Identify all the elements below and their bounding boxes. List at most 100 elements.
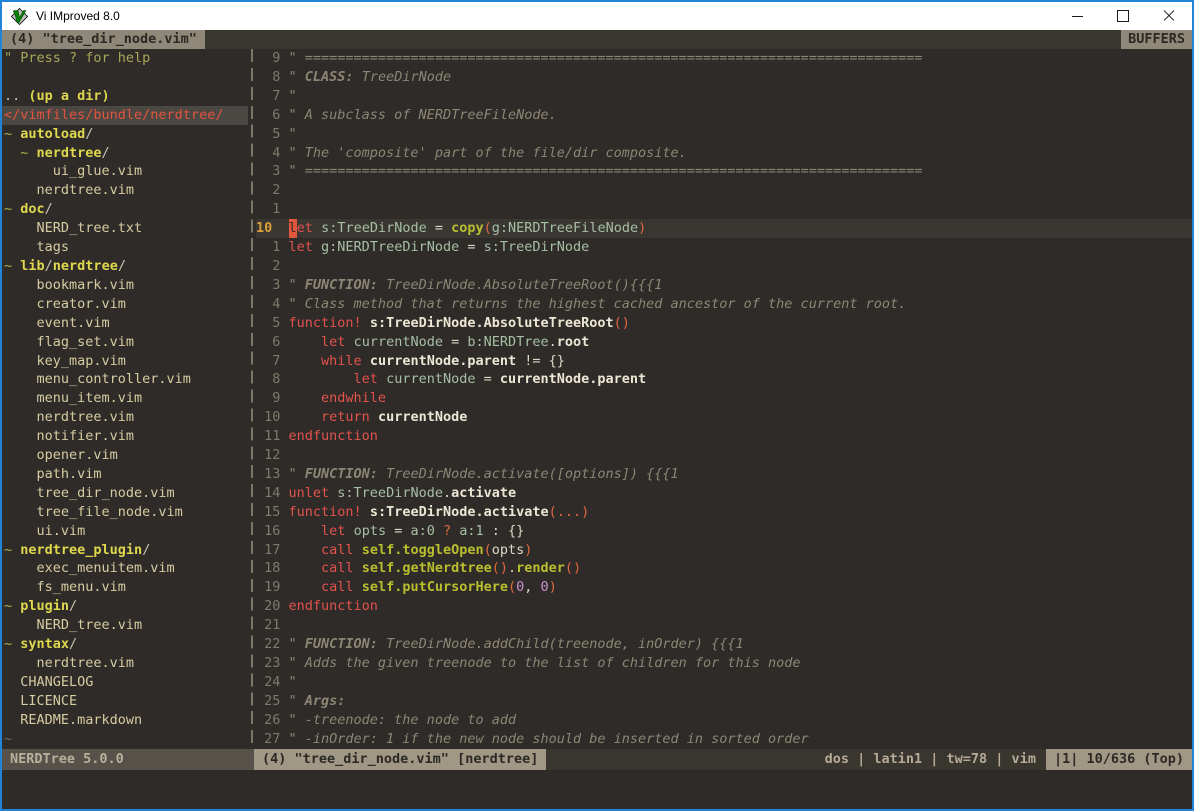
code-line[interactable]: 18 call self.getNerdtree().render() — [256, 559, 1192, 578]
tree-item[interactable]: .. (up a dir) — [4, 87, 248, 106]
code-line[interactable]: 6 let currentNode = b:NERDTree.root — [256, 333, 1192, 352]
code-line[interactable]: 22 " FUNCTION: TreeDirNode.addChild(tree… — [256, 635, 1192, 654]
tree-item[interactable]: ~ nerdtree/ — [4, 144, 248, 163]
code-line[interactable]: 19 call self.putCursorHere(0, 0) — [256, 578, 1192, 597]
code-line[interactable]: 4 " Class method that returns the highes… — [256, 295, 1192, 314]
tree-item[interactable]: ~ lib/nerdtree/ — [4, 257, 248, 276]
code-line[interactable]: 23 " Adds the given treenode to the list… — [256, 654, 1192, 673]
code-line[interactable]: 3 " ====================================… — [256, 162, 1192, 181]
tree-item[interactable]: notifier.vim — [4, 427, 248, 446]
code-line[interactable]: 8 " CLASS: TreeDirNode — [256, 68, 1192, 87]
code-line[interactable]: 1 — [256, 200, 1192, 219]
code-line[interactable]: 24 " — [256, 673, 1192, 692]
code-line[interactable]: 13 " FUNCTION: TreeDirNode.activate([opt… — [256, 465, 1192, 484]
tree-item[interactable]: path.vim — [4, 465, 248, 484]
code-line[interactable]: 15 function! s:TreeDirNode.activate(...) — [256, 503, 1192, 522]
tree-item[interactable]: tree_dir_node.vim — [4, 484, 248, 503]
editor-panel: 9 " ====================================… — [256, 49, 1192, 749]
maximize-button[interactable] — [1100, 2, 1146, 30]
code-line[interactable]: 11 endfunction — [256, 427, 1192, 446]
code-line[interactable]: 9 endwhile — [256, 389, 1192, 408]
code-line[interactable]: 5 function! s:TreeDirNode.AbsoluteTreeRo… — [256, 314, 1192, 333]
code-line[interactable]: 21 — [256, 616, 1192, 635]
tree-item[interactable]: ~ nerdtree_plugin/ — [4, 541, 248, 560]
tree-item[interactable]: ~ syntax/ — [4, 635, 248, 654]
tree-item[interactable]: CHANGELOG — [4, 673, 248, 692]
code-line[interactable]: 16 let opts = a:0 ? a:1 : {} — [256, 522, 1192, 541]
tree-item[interactable]: ui_glue.vim — [4, 162, 248, 181]
close-button[interactable] — [1146, 2, 1192, 30]
code-line[interactable]: 9 " ====================================… — [256, 49, 1192, 68]
minimize-button[interactable] — [1054, 2, 1100, 30]
code-line-current[interactable]: 10 let s:TreeDirNode = copy(g:NERDTreeFi… — [256, 219, 1192, 238]
line-number: 7 — [256, 352, 289, 371]
tree-item[interactable]: flag_set.vim — [4, 333, 248, 352]
code-line[interactable]: 20 endfunction — [256, 597, 1192, 616]
code-line[interactable]: 12 — [256, 446, 1192, 465]
tree-item[interactable]: event.vim — [4, 314, 248, 333]
buffers-label[interactable]: BUFFERS — [1121, 30, 1192, 49]
line-number: 12 — [256, 446, 289, 465]
minimize-icon — [1072, 16, 1083, 17]
tree-item[interactable]: " Press ? for help — [4, 49, 248, 68]
code-line[interactable]: 10 return currentNode — [256, 408, 1192, 427]
vim-window: Vi IMproved 8.0 (4) "tree_dir_node.vim" … — [0, 0, 1194, 811]
code-line[interactable]: 3 " FUNCTION: TreeDirNode.AbsoluteTreeRo… — [256, 276, 1192, 295]
tree-item[interactable]: creator.vim — [4, 295, 248, 314]
tree-item[interactable]: ui.vim — [4, 522, 248, 541]
tree-item[interactable]: ~ — [4, 730, 248, 749]
code-line[interactable]: 7 " — [256, 87, 1192, 106]
tree-item[interactable]: README.markdown — [4, 711, 248, 730]
code-line[interactable]: 6 " A subclass of NERDTreeFileNode. — [256, 106, 1192, 125]
tree-item[interactable]: tree_file_node.vim — [4, 503, 248, 522]
titlebar: Vi IMproved 8.0 — [2, 2, 1192, 30]
tree-item[interactable]: ~ autoload/ — [4, 125, 248, 144]
tree-item[interactable]: opener.vim — [4, 446, 248, 465]
code-line[interactable]: 8 let currentNode = currentNode.parent — [256, 370, 1192, 389]
code-line[interactable]: 5 " — [256, 125, 1192, 144]
tree-item[interactable]: LICENCE — [4, 692, 248, 711]
code-line[interactable]: 17 call self.toggleOpen(opts) — [256, 541, 1192, 560]
tree-item[interactable]: tags — [4, 238, 248, 257]
window-title: Vi IMproved 8.0 — [36, 9, 120, 23]
command-line[interactable] — [2, 770, 1192, 809]
line-number: 24 — [256, 673, 289, 692]
line-number: 4 — [256, 295, 289, 314]
tree-item[interactable] — [4, 68, 248, 87]
line-number: 13 — [256, 465, 289, 484]
line-number: 5 — [256, 125, 289, 144]
tree-item[interactable]: menu_controller.vim — [4, 370, 248, 389]
code-line[interactable]: 2 — [256, 181, 1192, 200]
code-line[interactable]: 2 — [256, 257, 1192, 276]
status-filename: (4) "tree_dir_node.vim" [nerdtree] — [254, 749, 546, 770]
tree-item[interactable]: nerdtree.vim — [4, 654, 248, 673]
line-number: 6 — [256, 106, 289, 125]
close-icon — [1163, 10, 1175, 22]
code-line[interactable]: 4 " The 'composite' part of the file/dir… — [256, 144, 1192, 163]
code-line[interactable]: 26 " -treenode: the node to add — [256, 711, 1192, 730]
tree-item[interactable]: menu_item.vim — [4, 389, 248, 408]
tree-item[interactable]: nerdtree.vim — [4, 181, 248, 200]
tree-item[interactable]: fs_menu.vim — [4, 578, 248, 597]
tree-root-item[interactable]: </vimfiles/bundle/nerdtree/ — [2, 106, 248, 125]
code-line[interactable]: 7 while currentNode.parent != {} — [256, 352, 1192, 371]
tree-item[interactable]: key_map.vim — [4, 352, 248, 371]
line-number: 11 — [256, 427, 289, 446]
tree-item[interactable]: bookmark.vim — [4, 276, 248, 295]
code-line[interactable]: 27 " -inOrder: 1 if the new node should … — [256, 730, 1192, 749]
tree-item[interactable]: exec_menuitem.vim — [4, 559, 248, 578]
nerdtree-status: NERDTree 5.0.0 — [2, 749, 254, 770]
tabline: (4) "tree_dir_node.vim" BUFFERS — [2, 30, 1192, 49]
tree-item[interactable]: ~ doc/ — [4, 200, 248, 219]
line-number: 5 — [256, 314, 289, 333]
line-number: 21 — [256, 616, 289, 635]
tree-item[interactable]: ~ plugin/ — [4, 597, 248, 616]
tree-item[interactable]: NERD_tree.vim — [4, 616, 248, 635]
code-line[interactable]: 14 unlet s:TreeDirNode.activate — [256, 484, 1192, 503]
window-separator[interactable] — [248, 49, 256, 749]
tree-item[interactable]: nerdtree.vim — [4, 408, 248, 427]
tree-item[interactable]: NERD_tree.txt — [4, 219, 248, 238]
buffer-tab[interactable]: (4) "tree_dir_node.vim" — [2, 30, 205, 49]
code-line[interactable]: 1 let g:NERDTreeDirNode = s:TreeDirNode — [256, 238, 1192, 257]
code-line[interactable]: 25 " Args: — [256, 692, 1192, 711]
